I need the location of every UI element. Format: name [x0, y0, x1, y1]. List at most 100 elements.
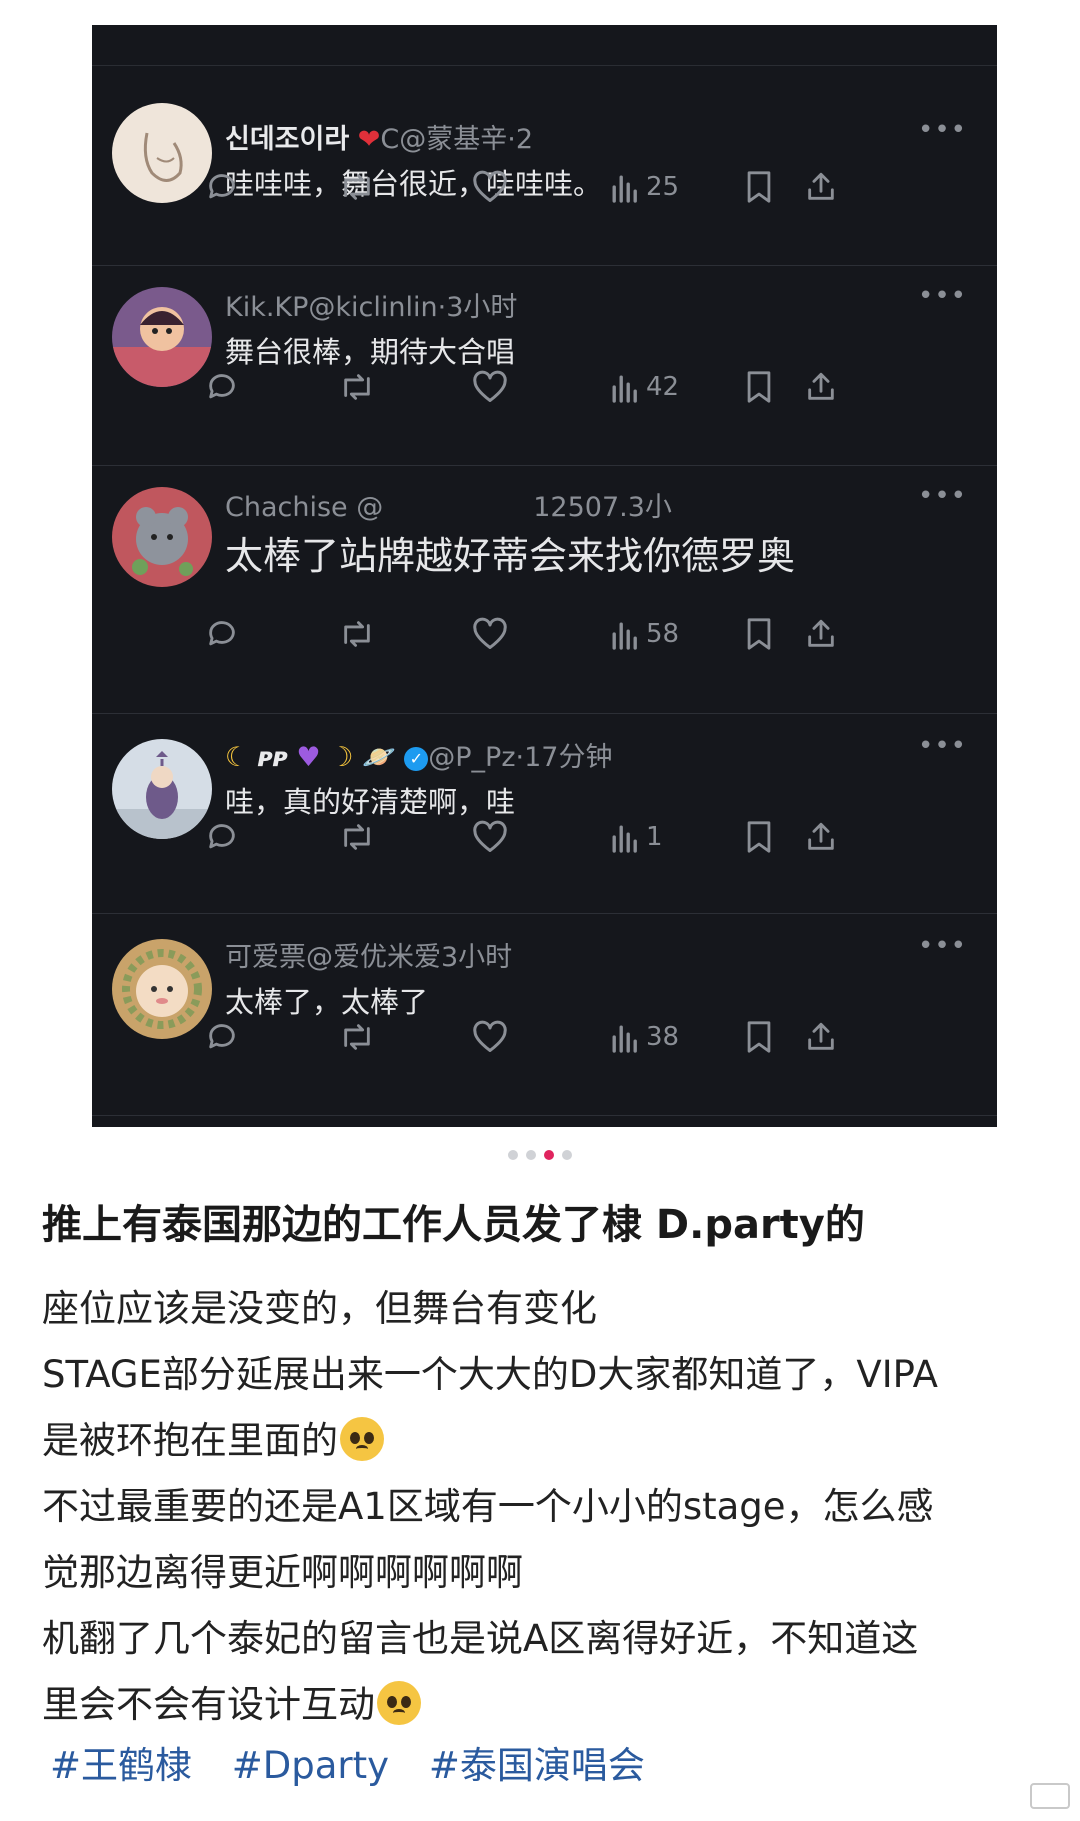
bookmark-icon[interactable] — [744, 1015, 774, 1059]
reply-action-bar: 38 — [92, 1015, 997, 1059]
expand-icon[interactable] — [1030, 1783, 1070, 1809]
reply-item[interactable]: Chachise @ 12507.3小 太棒了站牌越好蒂会来找你德罗奥 ••• — [92, 465, 997, 714]
reply-handle: @爱优米爱3小时 — [306, 942, 513, 973]
reply-icon[interactable] — [205, 365, 239, 409]
retweet-icon[interactable] — [338, 165, 376, 209]
views-chart-icon — [612, 375, 637, 403]
reply-action-bar: 1 — [92, 815, 997, 859]
views-stat[interactable]: 38 — [610, 1015, 679, 1059]
reply-author-name[interactable]: 可爱票 — [225, 942, 306, 973]
like-heart-icon[interactable] — [472, 612, 508, 656]
pager-dot[interactable] — [508, 1150, 518, 1160]
views-count: 42 — [646, 372, 680, 402]
share-icon[interactable] — [804, 815, 838, 859]
avatar[interactable] — [112, 487, 212, 587]
post-line: 不过最重要的还是A1区域有一个小小的stage，怎么感 — [42, 1485, 934, 1528]
reply-header: 可爱票@爱优米爱3小时 — [225, 935, 937, 974]
hashtag-link[interactable]: #王鹤棣 — [50, 1744, 192, 1787]
planet-emoji-icon: 🪐 — [362, 742, 396, 773]
post-line: 座位应该是没变的，但舞台有变化 — [42, 1287, 597, 1330]
views-stat[interactable]: 1 — [610, 815, 663, 859]
reply-action-bar: 58 — [92, 612, 997, 656]
pager-dot-active[interactable] — [544, 1150, 554, 1160]
hashtag-row: #王鹤棣 #Dparty #泰国演唱会 — [50, 1735, 673, 1789]
post-line-text: 是被环抱在里面的 — [42, 1419, 338, 1462]
bookmark-icon[interactable] — [744, 165, 774, 209]
views-count: 25 — [646, 172, 680, 202]
pleading-face-emoji-icon — [340, 1417, 384, 1461]
views-chart-icon — [612, 1025, 637, 1053]
post-line: STAGE部分延展出来一个大大的D大家都知道了，VIPA — [42, 1353, 938, 1396]
share-icon[interactable] — [804, 612, 838, 656]
post-line-text: 里会不会有设计互动 — [42, 1683, 375, 1726]
share-icon[interactable] — [804, 365, 838, 409]
purple-heart-emoji-icon: ♥ — [296, 742, 321, 773]
more-options-icon[interactable]: ••• — [918, 731, 967, 761]
views-chart-icon — [612, 175, 637, 203]
more-options-icon[interactable]: ••• — [918, 281, 967, 311]
post-line: 觉那边离得更近啊啊啊啊啊啊 — [42, 1551, 523, 1594]
reply-handle: @P_Pz·17分钟 — [428, 742, 613, 773]
post-title: 推上有泰国那边的工作人员发了棣 D.party的 — [42, 1202, 865, 1248]
page: 신데조이라 ❤C@蒙基辛·2 哇哇哇，舞台很近，哇哇哇。 ••• 25 Kik.… — [0, 0, 1080, 1821]
views-count: 38 — [646, 1022, 680, 1052]
replies-screenshot: 신데조이라 ❤C@蒙基辛·2 哇哇哇，舞台很近，哇哇哇。 ••• 25 Kik.… — [92, 25, 997, 1127]
reply-text: 太棒了站牌越好蒂会来找你德罗奥 — [225, 534, 796, 578]
more-options-icon[interactable]: ••• — [918, 931, 967, 961]
verified-badge-icon: ✓ — [404, 747, 429, 771]
reply-action-bar: 42 — [92, 365, 997, 409]
reply-header: Chachise @ 12507.3小 — [225, 485, 937, 524]
reply-handle: @kiclinlin·3小时 — [308, 292, 518, 323]
more-options-icon[interactable]: ••• — [918, 115, 967, 145]
retweet-icon[interactable] — [338, 1015, 376, 1059]
views-chart-icon — [612, 622, 637, 650]
views-stat[interactable]: 58 — [610, 612, 679, 656]
reply-author-name[interactable]: Kik.KP — [225, 292, 308, 323]
reply-header: ☾ ᴘᴘ ♥ ☽ 🪐 ✓ @P_Pz·17分钟 — [225, 735, 937, 774]
image-pager — [0, 1150, 1080, 1160]
heart-emoji-icon: ❤ — [357, 124, 381, 155]
reply-handle: 12507.3小 — [533, 492, 672, 523]
reply-header: Kik.KP@kiclinlin·3小时 — [225, 285, 937, 324]
pager-dot[interactable] — [562, 1150, 572, 1160]
bookmark-icon[interactable] — [744, 365, 774, 409]
pager-dot[interactable] — [526, 1150, 536, 1160]
retweet-icon[interactable] — [338, 612, 376, 656]
like-heart-icon[interactable] — [472, 165, 508, 209]
views-count: 58 — [646, 619, 680, 649]
reply-icon[interactable] — [205, 1015, 239, 1059]
reply-action-bar: 25 — [92, 165, 997, 209]
retweet-icon[interactable] — [338, 815, 376, 859]
bookmark-icon[interactable] — [744, 612, 774, 656]
moon-emoji-icon: ☾ — [225, 742, 250, 773]
share-icon[interactable] — [804, 165, 838, 209]
hashtag-link[interactable]: #Dparty — [232, 1744, 389, 1787]
views-chart-icon — [612, 825, 637, 853]
post-body: 座位应该是没变的，但舞台有变化 STAGE部分延展出来一个大大的D大家都知道了，… — [42, 1276, 1052, 1738]
like-heart-icon[interactable] — [472, 365, 508, 409]
reply-handle: C@蒙基辛·2 — [380, 124, 534, 155]
reply-author-name[interactable]: 신데조이라 — [225, 124, 349, 155]
pleading-face-emoji-icon — [377, 1681, 421, 1725]
like-heart-icon[interactable] — [472, 815, 508, 859]
cut-off-action-bar — [92, 25, 997, 66]
reply-author-name[interactable]: ᴘᴘ — [258, 742, 288, 773]
reply-header: 신데조이라 ❤C@蒙基辛·2 — [225, 117, 937, 156]
retweet-icon[interactable] — [338, 365, 376, 409]
bookmark-icon[interactable] — [744, 815, 774, 859]
moon-emoji-icon: ☽ — [329, 742, 354, 773]
views-count: 1 — [646, 822, 663, 852]
share-icon[interactable] — [804, 1015, 838, 1059]
reply-icon[interactable] — [205, 612, 239, 656]
post-line-with-emoji: 里会不会有设计互动 — [42, 1672, 1052, 1738]
post-line-with-emoji: 是被环抱在里面的 — [42, 1408, 1052, 1474]
views-stat[interactable]: 42 — [610, 365, 679, 409]
reply-item[interactable]: ☾ ᴘᴘ ♥ ☽ 🪐 ✓ @P_Pz·17分钟 哇，真的好清楚啊，哇 ••• — [92, 713, 997, 914]
like-heart-icon[interactable] — [472, 1015, 508, 1059]
views-stat[interactable]: 25 — [610, 165, 679, 209]
reply-author-name[interactable]: Chachise @ — [225, 492, 383, 523]
hashtag-link[interactable]: #泰国演唱会 — [429, 1744, 645, 1787]
reply-icon[interactable] — [205, 165, 239, 209]
more-options-icon[interactable]: ••• — [918, 481, 967, 511]
reply-icon[interactable] — [205, 815, 239, 859]
